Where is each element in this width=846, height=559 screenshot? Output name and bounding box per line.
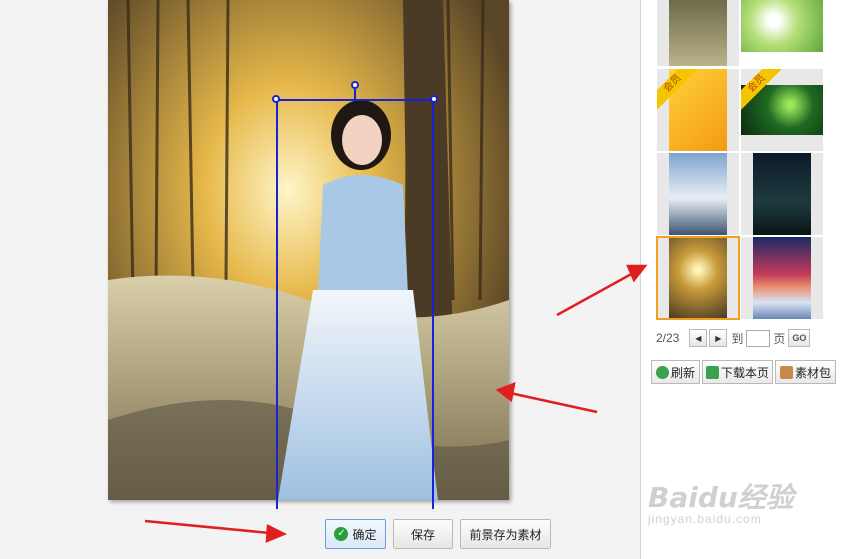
arrow-to-thumbnail <box>556 270 636 317</box>
arrow-to-confirm <box>144 519 271 535</box>
arrow-head <box>265 524 288 543</box>
arrow-to-photo <box>509 391 598 414</box>
arrow-head <box>495 382 516 403</box>
baidu-watermark: Baidu经验 jingyan.baidu.com <box>648 476 794 526</box>
arrow-head <box>626 264 648 283</box>
watermark-logo: Baidu经验 <box>648 481 794 514</box>
